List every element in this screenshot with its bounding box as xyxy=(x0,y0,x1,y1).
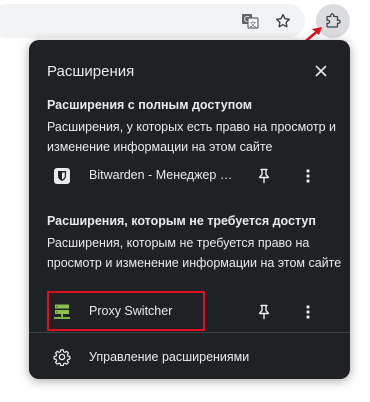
extension-row-bitwarden[interactable]: Bitwarden - Менеджер паролей xyxy=(29,158,350,194)
popup-title: Расширения xyxy=(47,63,135,80)
close-icon xyxy=(315,65,327,77)
no-access-description: Расширения, которым не требуется право н… xyxy=(47,236,342,270)
more-options-button[interactable] xyxy=(297,300,319,324)
manage-extensions-button[interactable]: Управление расширениями xyxy=(29,342,350,372)
pin-icon xyxy=(258,304,270,320)
close-button[interactable] xyxy=(311,61,331,81)
extension-row-proxy-switcher[interactable]: Proxy Switcher xyxy=(29,291,350,331)
puzzle-icon xyxy=(326,13,341,28)
kebab-menu-icon xyxy=(306,169,310,183)
gear-icon xyxy=(53,349,71,366)
svg-text:文: 文 xyxy=(250,20,257,29)
translate-icon[interactable]: G 文 xyxy=(237,8,263,34)
divider xyxy=(29,332,350,333)
full-access-description: Расширения, у которых есть право на прос… xyxy=(47,120,337,154)
more-options-button[interactable] xyxy=(297,164,319,188)
bitwarden-shield-icon xyxy=(53,167,71,185)
extension-name: Bitwarden - Менеджер паролей xyxy=(89,168,239,182)
pin-button[interactable] xyxy=(253,300,275,324)
full-access-heading: Расширения с полным доступом xyxy=(47,98,252,112)
pin-icon xyxy=(258,168,270,184)
kebab-menu-icon xyxy=(306,305,310,319)
extensions-popup: Расширения Расширения с полным доступом … xyxy=(29,40,350,379)
bookmark-star-icon[interactable] xyxy=(270,8,296,34)
extension-name: Proxy Switcher xyxy=(89,304,173,318)
proxy-switcher-icon xyxy=(53,303,71,321)
no-access-heading: Расширения, которым не требуется доступ xyxy=(47,214,316,228)
manage-extensions-label: Управление расширениями xyxy=(89,350,250,364)
pin-button[interactable] xyxy=(253,164,275,188)
